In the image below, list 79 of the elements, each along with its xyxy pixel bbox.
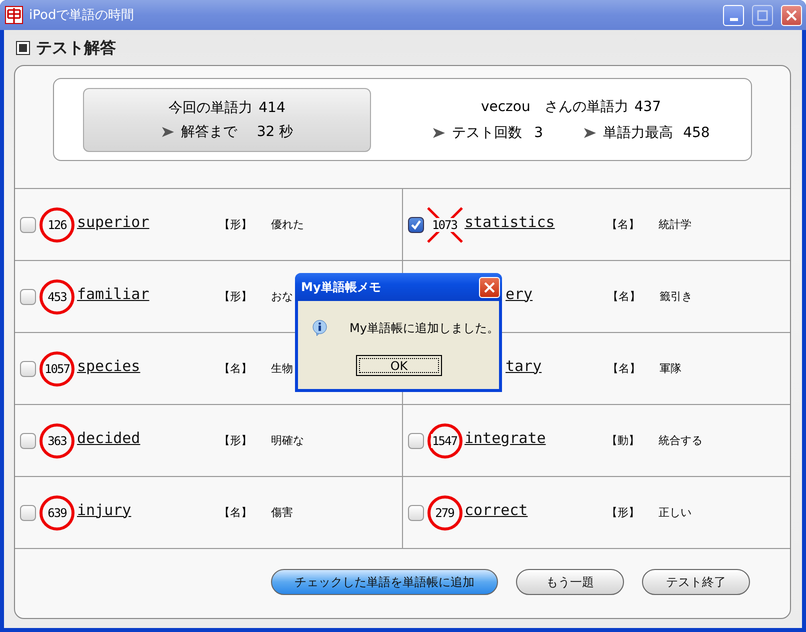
ok-button[interactable]: OK bbox=[356, 355, 442, 376]
timer-value: 32 秒 bbox=[256, 122, 294, 140]
part-of-speech: 【形】 bbox=[219, 289, 253, 304]
word-link[interactable]: injury bbox=[77, 500, 219, 518]
close-button[interactable] bbox=[479, 276, 500, 298]
best-value: 458 bbox=[683, 124, 710, 140]
word-link[interactable]: species bbox=[77, 356, 219, 374]
word-number: 1057 bbox=[44, 362, 70, 376]
word-meaning: 統合する bbox=[658, 433, 702, 448]
checkbox[interactable] bbox=[408, 504, 424, 520]
word-meaning: 生物 bbox=[271, 361, 293, 376]
window-title: iPodで単語の時間 bbox=[29, 7, 136, 24]
add-to-wordbook-button[interactable]: チェックした単語を単語帳に追加 bbox=[271, 569, 498, 595]
arrow-icon bbox=[583, 126, 598, 138]
part-of-speech: 【動】 bbox=[606, 433, 640, 448]
word-number: 363 bbox=[46, 434, 68, 448]
arrow-icon bbox=[432, 126, 446, 138]
word-link[interactable]: familiar bbox=[77, 284, 219, 302]
close-icon bbox=[786, 10, 797, 20]
checkbox[interactable] bbox=[20, 504, 36, 520]
word-link[interactable]: decided bbox=[77, 428, 219, 446]
checkbox[interactable] bbox=[20, 360, 36, 376]
checkbox[interactable] bbox=[408, 432, 424, 448]
word-link[interactable]: superior bbox=[77, 212, 219, 230]
word-link[interactable]: correct bbox=[464, 500, 606, 518]
dialog-title: My単語帳メモ bbox=[301, 278, 381, 296]
word-meaning: 籤引き bbox=[660, 289, 692, 304]
word-link[interactable]: tary bbox=[506, 356, 608, 374]
word-meaning: 正しい bbox=[658, 505, 692, 520]
part-of-speech: 【形】 bbox=[219, 433, 253, 448]
maximize-icon bbox=[757, 10, 768, 20]
word-meaning: おな bbox=[271, 289, 293, 304]
tests-label: テスト回数 bbox=[452, 124, 522, 142]
word-link[interactable]: integrate bbox=[464, 428, 606, 446]
arrow-icon bbox=[160, 126, 175, 138]
part-of-speech: 【名】 bbox=[606, 217, 640, 232]
user-name: veczou bbox=[480, 98, 530, 114]
part-of-speech: 【名】 bbox=[219, 361, 253, 376]
part-of-speech: 【名】 bbox=[219, 505, 253, 520]
minimize-button[interactable] bbox=[723, 4, 744, 26]
word-number: 639 bbox=[46, 506, 68, 520]
close-button[interactable] bbox=[781, 4, 802, 26]
word-number: 279 bbox=[434, 506, 455, 520]
checkbox[interactable] bbox=[408, 216, 424, 232]
checkbox[interactable] bbox=[20, 288, 36, 304]
score-value: 414 bbox=[258, 100, 286, 116]
tests-value: 3 bbox=[534, 124, 544, 140]
dialog-message: My単語帳に追加しました。 bbox=[350, 320, 499, 336]
word-number: 126 bbox=[46, 218, 68, 232]
part-of-speech: 【名】 bbox=[608, 289, 642, 304]
app-logo-icon bbox=[5, 6, 23, 24]
word-meaning: 明確な bbox=[271, 433, 304, 448]
word-meaning: 軍隊 bbox=[660, 361, 682, 376]
action-button[interactable]: テスト終了 bbox=[642, 569, 750, 595]
word-link[interactable]: statistics bbox=[464, 212, 606, 230]
check-icon bbox=[408, 218, 422, 232]
word-meaning: 統計学 bbox=[658, 217, 692, 232]
action-button[interactable]: もう一題 bbox=[516, 569, 624, 595]
best-label: 単語力最高 bbox=[603, 124, 674, 142]
section-title: テスト解答 bbox=[36, 38, 116, 58]
close-icon bbox=[484, 282, 495, 292]
part-of-speech: 【形】 bbox=[219, 217, 253, 232]
word-number: 453 bbox=[46, 290, 68, 304]
maximize-button[interactable] bbox=[752, 4, 773, 26]
word-number: 1547 bbox=[431, 434, 458, 448]
word-meaning: 傷害 bbox=[271, 505, 293, 520]
part-of-speech: 【名】 bbox=[608, 361, 642, 376]
checkbox[interactable] bbox=[20, 216, 36, 232]
timer-label: 解答まで bbox=[180, 122, 237, 140]
part-of-speech: 【形】 bbox=[606, 505, 640, 520]
word-number: 1073 bbox=[431, 218, 458, 232]
square-icon bbox=[16, 41, 30, 55]
user-score-label: さんの単語力 bbox=[544, 98, 628, 116]
word-meaning: 優れた bbox=[271, 217, 304, 232]
user-score-value: 437 bbox=[634, 98, 662, 114]
score-label: 今回の単語力 bbox=[168, 98, 253, 116]
word-link[interactable]: ery bbox=[506, 284, 608, 302]
checkbox[interactable] bbox=[20, 432, 36, 448]
minimize-icon bbox=[730, 18, 738, 20]
